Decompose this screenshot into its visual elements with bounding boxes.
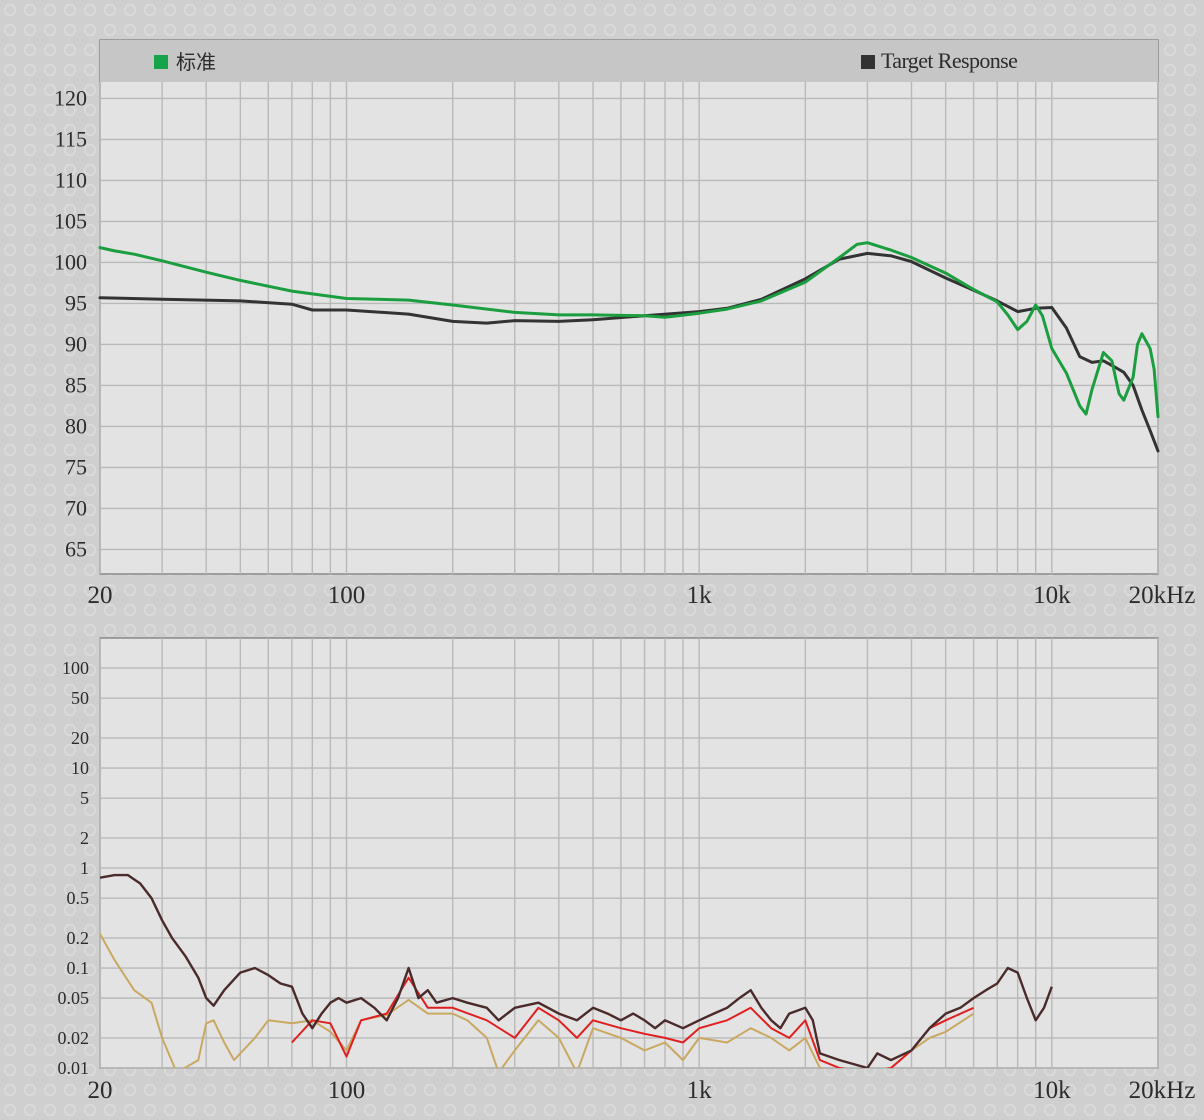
y-tick-label: 75 [65,454,87,479]
y-tick-label: 5 [80,788,89,808]
top-y-tick-labels: 120 115 110 105 100 95 90 85 80 75 70 65 [54,85,87,561]
legend-label-standard: 标准 [176,51,216,74]
x-tick-label: 100 [328,1077,366,1104]
y-tick-label: 115 [55,126,87,151]
x-tick-label: 20kHz [1129,582,1196,609]
y-tick-label: 50 [71,688,89,708]
y-tick-label: 70 [65,495,87,520]
x-tick-label: 1k [687,582,713,609]
y-tick-label: 65 [65,536,87,561]
y-tick-label: 105 [54,208,87,233]
y-tick-label: 120 [54,85,87,110]
y-tick-label: 0.02 [58,1028,90,1048]
x-tick-label: 20kHz [1129,1077,1196,1104]
y-tick-label: 0.2 [67,928,90,948]
x-tick-label: 20 [88,582,113,609]
x-tick-label: 10k [1033,1077,1071,1104]
y-tick-label: 90 [65,331,87,356]
y-tick-label: 10 [71,758,89,778]
y-tick-label: 20 [71,728,89,748]
y-tick-label: 80 [65,413,87,438]
bottom-x-tick-labels: 20 100 1k 10k 20kHz [88,1077,1196,1104]
y-tick-label: 110 [55,167,87,192]
legend-label-target-response: Target Response [881,48,1017,73]
legend-swatch-target-response [861,55,875,69]
y-tick-label: 100 [62,658,89,678]
x-tick-label: 1k [687,1077,713,1104]
y-tick-label: 0.5 [67,888,90,908]
legend-swatch-standard [154,55,168,69]
x-tick-label: 20 [88,1077,113,1104]
y-tick-label: 0.01 [58,1058,90,1078]
bottom-plot-area [99,637,1159,1069]
top-chart: 120 115 110 105 100 95 90 85 80 75 70 65 20 100 1k 10k… [54,39,1196,609]
x-tick-label: 100 [328,582,366,609]
y-tick-label: 100 [54,249,87,274]
top-plot-area [99,39,1159,575]
y-tick-label: 85 [65,372,87,397]
bottom-y-tick-labels: 100 50 20 10 5 2 1 0.5 0.2 0.1 0.05 0.02 0.01 [58,658,90,1078]
y-tick-label: 95 [65,290,87,315]
y-tick-label: 2 [80,828,89,848]
y-tick-label: 0.05 [58,988,90,1008]
top-x-tick-labels: 20 100 1k 10k 20kHz [88,582,1196,609]
bottom-chart: 1005020105210.50.20.10.050.020.01 20 100 1… [58,637,1196,1104]
frequency-response-figure: 12011511010510095908580757065 20 100 1k 10k… [54,39,1196,1104]
y-tick-label: 0.1 [67,958,90,978]
y-tick-label: 1 [80,858,89,878]
x-tick-label: 10k [1033,582,1071,609]
